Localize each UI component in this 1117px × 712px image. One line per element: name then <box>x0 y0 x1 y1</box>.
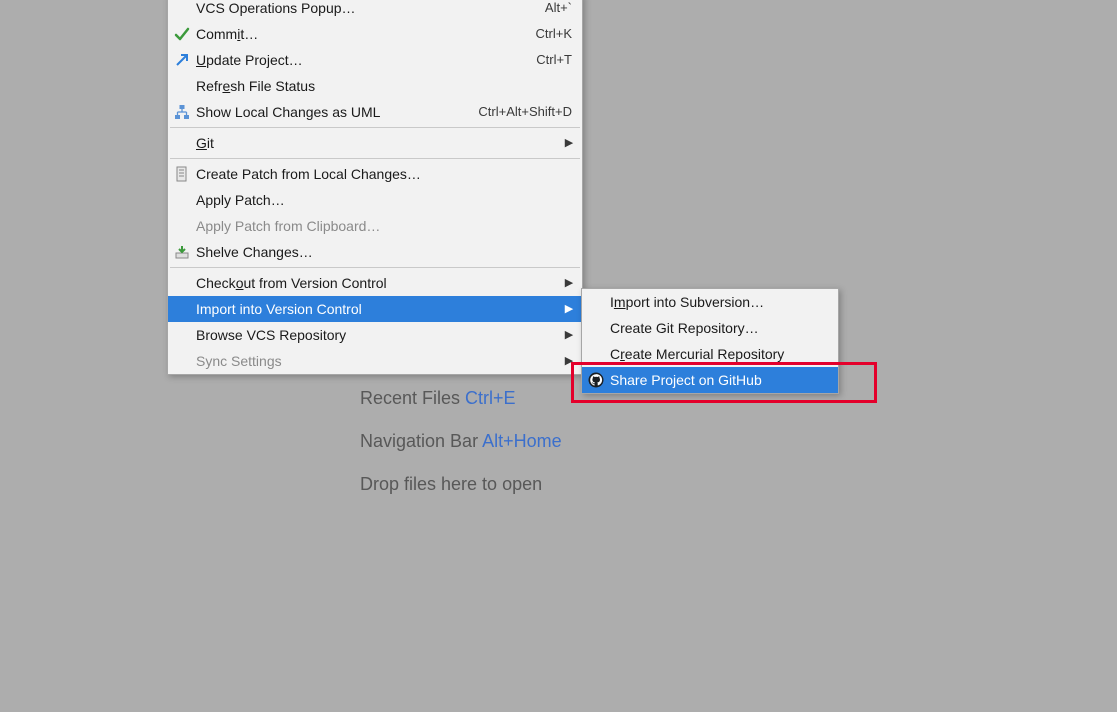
chevron-right-icon: ▶ <box>562 348 576 374</box>
blank-icon <box>174 353 190 369</box>
vcs-menu-item-9[interactable]: Apply Patch… <box>168 187 582 213</box>
blank-icon <box>174 78 190 94</box>
vcs-menu-item-2[interactable]: Update Project… Ctrl+T <box>168 47 582 73</box>
vcs-menu-item-16: Sync Settings ▶ <box>168 348 582 374</box>
menu-item-label: Create Git Repository… <box>610 315 759 341</box>
hint-label: Recent Files <box>360 388 465 408</box>
vcs-menu-item-6[interactable]: Git ▶ <box>168 130 582 156</box>
hint-kbd: Ctrl+E <box>465 388 516 408</box>
vcs-menu-item-8[interactable]: Create Patch from Local Changes… <box>168 161 582 187</box>
uml-icon <box>174 104 190 120</box>
shelve-icon <box>174 244 190 260</box>
vcs-menu-item-11[interactable]: Shelve Changes… <box>168 239 582 265</box>
blank-icon <box>174 0 190 16</box>
import-submenu-item-2[interactable]: Create Mercurial Repository <box>582 341 838 367</box>
menu-item-label: Import into Subversion… <box>610 289 764 315</box>
menu-item-shortcut: Ctrl+K <box>536 21 572 47</box>
blank-icon <box>588 346 604 362</box>
menu-item-label: Git <box>196 130 214 156</box>
vcs-menu-separator <box>170 158 580 159</box>
import-submenu-item-1[interactable]: Create Git Repository… <box>582 315 838 341</box>
chevron-right-icon: ▶ <box>562 130 576 156</box>
patch-icon <box>174 166 190 182</box>
hint-recent-files: Recent Files Ctrl+E <box>360 388 562 409</box>
blank-icon <box>174 192 190 208</box>
github-icon <box>588 372 604 388</box>
menu-item-label: Shelve Changes… <box>196 239 313 265</box>
vcs-menu-separator <box>170 267 580 268</box>
vcs-menu-item-0[interactable]: VCS Operations Popup… Alt+` <box>168 0 582 21</box>
check-icon <box>174 26 190 42</box>
vcs-menu-item-3[interactable]: Refresh File Status <box>168 73 582 99</box>
menu-item-label: Share Project on GitHub <box>610 367 762 393</box>
blank-icon <box>174 327 190 343</box>
menu-item-label: Checkout from Version Control <box>196 270 387 296</box>
chevron-right-icon: ▶ <box>562 296 576 322</box>
import-into-vcs-submenu[interactable]: Import into Subversion…Create Git Reposi… <box>581 288 839 394</box>
vcs-menu-item-15[interactable]: Browse VCS Repository ▶ <box>168 322 582 348</box>
vcs-menu-item-13[interactable]: Checkout from Version Control ▶ <box>168 270 582 296</box>
menu-item-shortcut: Ctrl+Alt+Shift+D <box>478 99 572 125</box>
menu-item-label: Sync Settings <box>196 348 282 374</box>
hint-label: Navigation Bar <box>360 431 482 451</box>
vcs-menu-item-4[interactable]: Show Local Changes as UML Ctrl+Alt+Shift+… <box>168 99 582 125</box>
menu-item-label: VCS Operations Popup… <box>196 0 356 21</box>
welcome-hints: Recent Files Ctrl+E Navigation Bar Alt+H… <box>360 388 562 495</box>
blank-icon <box>588 320 604 336</box>
update-icon <box>174 52 190 68</box>
vcs-menu[interactable]: VCS Operations Popup…Alt+`Commit…Ctrl+KU… <box>167 0 583 375</box>
chevron-right-icon: ▶ <box>562 322 576 348</box>
hint-kbd: Alt+Home <box>482 431 562 451</box>
hint-drop-files: Drop files here to open <box>360 474 562 495</box>
menu-item-label: Update Project… <box>196 47 303 73</box>
vcs-menu-item-10: Apply Patch from Clipboard… <box>168 213 582 239</box>
menu-item-label: Apply Patch… <box>196 187 285 213</box>
menu-item-label: Apply Patch from Clipboard… <box>196 213 380 239</box>
vcs-menu-item-14[interactable]: Import into Version Control ▶ <box>168 296 582 322</box>
menu-item-shortcut: Alt+` <box>545 0 572 21</box>
menu-item-label: Create Mercurial Repository <box>610 341 784 367</box>
chevron-right-icon: ▶ <box>562 270 576 296</box>
import-submenu-item-0[interactable]: Import into Subversion… <box>582 289 838 315</box>
blank-icon <box>174 218 190 234</box>
import-submenu-item-3[interactable]: Share Project on GitHub <box>582 367 838 393</box>
menu-item-label: Commit… <box>196 21 258 47</box>
menu-item-label: Import into Version Control <box>196 296 362 322</box>
blank-icon <box>588 294 604 310</box>
blank-icon <box>174 275 190 291</box>
menu-item-label: Show Local Changes as UML <box>196 99 380 125</box>
menu-item-shortcut: Ctrl+T <box>536 47 572 73</box>
blank-icon <box>174 135 190 151</box>
menu-item-label: Browse VCS Repository <box>196 322 346 348</box>
vcs-menu-separator <box>170 127 580 128</box>
blank-icon <box>174 301 190 317</box>
hint-navigation-bar: Navigation Bar Alt+Home <box>360 431 562 452</box>
menu-item-label: Refresh File Status <box>196 73 315 99</box>
menu-item-label: Create Patch from Local Changes… <box>196 161 421 187</box>
vcs-menu-item-1[interactable]: Commit… Ctrl+K <box>168 21 582 47</box>
